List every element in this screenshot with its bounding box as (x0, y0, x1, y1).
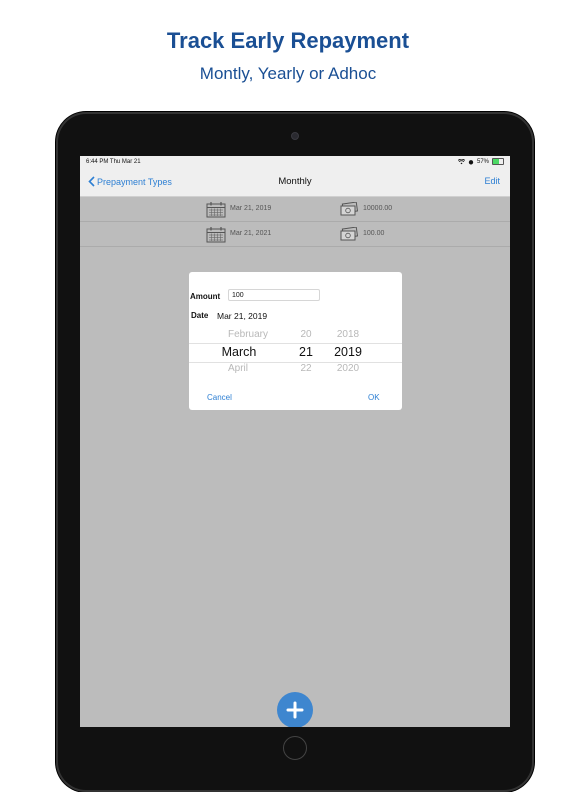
plus-icon (286, 701, 304, 719)
picker-year-selected[interactable]: 2019 (331, 345, 365, 359)
nav-title: Monthly (278, 176, 312, 187)
picker-month-next[interactable]: April (209, 363, 267, 374)
navigation-bar: Prepayment Types Monthly Edit (80, 168, 510, 197)
picker-month-selected[interactable]: March (209, 345, 269, 359)
camera (291, 132, 299, 140)
edit-button[interactable]: Edit (484, 176, 500, 186)
cash-icon (340, 202, 358, 216)
battery-percent: 57% (476, 158, 489, 165)
promo-subtitle: Montly, Yearly or Adhoc (199, 64, 377, 83)
repayment-amount: 10000.00 (363, 205, 393, 212)
repayment-date: Mar 21, 2021 (230, 230, 272, 237)
picker-month-prev[interactable]: February (209, 329, 287, 340)
ok-button[interactable]: OK (368, 393, 380, 402)
date-label: Date (191, 311, 209, 320)
picker-year-prev[interactable]: 2018 (331, 329, 365, 340)
app-screen: 6:44 PM Thu Mar 21 57% Prepayment Types … (80, 156, 510, 727)
status-indicators: 57% (457, 158, 504, 165)
home-button[interactable] (283, 736, 307, 760)
cash-icon (340, 227, 358, 241)
amount-field[interactable]: 100 (228, 289, 320, 301)
add-repayment-dialog: Amount 100 Date Mar 21, 2019 February Ma… (189, 272, 402, 410)
promo-title: Track Early Repayment (166, 28, 410, 53)
calendar-icon (206, 227, 226, 243)
wifi-icon (457, 158, 465, 164)
cancel-button[interactable]: Cancel (207, 393, 232, 402)
status-bar: 6:44 PM Thu Mar 21 57% (80, 156, 510, 168)
alarm-icon (468, 159, 474, 164)
repayment-date: Mar 21, 2019 (230, 205, 272, 212)
ipad-frame: 6:44 PM Thu Mar 21 57% Prepayment Types … (56, 112, 534, 792)
picker-day-prev[interactable]: 20 (295, 329, 317, 340)
calendar-icon (206, 202, 226, 218)
picker-day-next[interactable]: 22 (295, 363, 317, 374)
status-time: 6:44 PM Thu Mar 21 (86, 159, 141, 165)
repayment-row[interactable]: Mar 21, 2019 10000.00 (80, 197, 510, 222)
battery-icon (492, 158, 504, 165)
add-repayment-button[interactable] (277, 692, 313, 727)
repayment-amount: 100.00 (363, 230, 385, 237)
picker-day-selected[interactable]: 21 (295, 345, 317, 359)
date-value: Mar 21, 2019 (217, 311, 268, 321)
picker-year-next[interactable]: 2020 (331, 363, 365, 374)
repayment-row[interactable]: Mar 21, 2021 100.00 (80, 222, 510, 247)
amount-label: Amount (190, 292, 221, 301)
date-picker[interactable]: February March April 20 21 22 2018 2019 … (189, 326, 402, 374)
